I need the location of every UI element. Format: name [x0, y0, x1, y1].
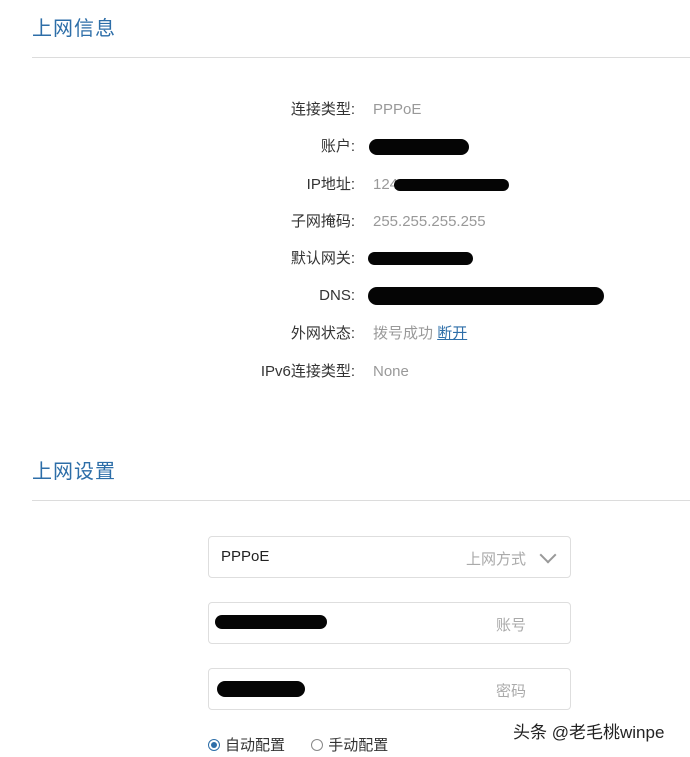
info-row-default-gateway: 默认网关:	[0, 247, 690, 271]
info-row-ipv6-type: IPv6连接类型: None	[0, 360, 690, 384]
account-input-redaction	[215, 615, 327, 629]
info-row-connection-type: 连接类型: PPPoE	[0, 98, 690, 122]
connection-method-hint: 上网方式	[465, 551, 526, 568]
config-mode-radio-group: 自动配置 手动配置	[208, 734, 410, 755]
disconnect-link[interactable]: 断开	[437, 325, 467, 342]
radio-manual-config[interactable]: 手动配置	[311, 734, 388, 755]
default-gateway-label: 默认网关:	[290, 250, 355, 267]
info-section-divider	[32, 57, 690, 58]
account-input-hint: 账号	[495, 617, 526, 634]
radio-auto-config-label: 自动配置	[225, 737, 286, 754]
ipv6-type-value: None	[373, 363, 409, 380]
account-label: 账户:	[320, 138, 355, 155]
password-input-redaction	[217, 681, 305, 697]
account-redaction	[369, 139, 469, 155]
radio-unchecked-icon	[311, 738, 324, 751]
subnet-mask-value: 255.255.255.255	[373, 213, 486, 230]
chevron-down-icon	[539, 546, 557, 564]
info-section-title: 上网信息	[32, 18, 116, 40]
info-row-subnet-mask: 子网掩码: 255.255.255.255	[0, 210, 690, 234]
password-input-hint: 密码	[495, 683, 526, 700]
connection-type-label: 连接类型:	[290, 101, 355, 118]
ipv6-type-label: IPv6连接类型:	[260, 363, 355, 380]
subnet-mask-label: 子网掩码:	[290, 213, 355, 230]
info-row-account: 账户:	[0, 135, 690, 159]
info-row-wan-status: 外网状态: 拨号成功 断开	[0, 322, 690, 346]
account-input[interactable]: 账号	[208, 602, 571, 644]
ip-address-redaction	[394, 179, 509, 191]
ip-address-label: IP地址:	[306, 176, 355, 193]
connection-type-value: PPPoE	[373, 101, 422, 118]
wan-status-text: 拨号成功	[373, 325, 434, 342]
radio-auto-config[interactable]: 自动配置	[208, 734, 285, 755]
info-row-dns: DNS:	[0, 284, 690, 308]
dns-label: DNS:	[319, 287, 355, 304]
dns-redaction	[368, 287, 604, 305]
radio-manual-config-label: 手动配置	[328, 737, 389, 754]
default-gateway-redaction	[368, 252, 473, 265]
connection-method-value: PPPoE	[221, 548, 270, 565]
password-input[interactable]: 密码	[208, 668, 571, 710]
info-row-ip-address: IP地址: 124	[0, 173, 690, 197]
wan-status-label: 外网状态:	[290, 325, 355, 342]
connection-method-select[interactable]: PPPoE 上网方式	[208, 536, 571, 578]
watermark: 头条 @老毛桃winpe	[505, 716, 673, 750]
settings-section-title: 上网设置	[32, 461, 116, 483]
radio-checked-icon	[208, 738, 220, 751]
wan-status-value: 拨号成功 断开	[373, 322, 467, 346]
settings-section-divider	[32, 500, 690, 501]
